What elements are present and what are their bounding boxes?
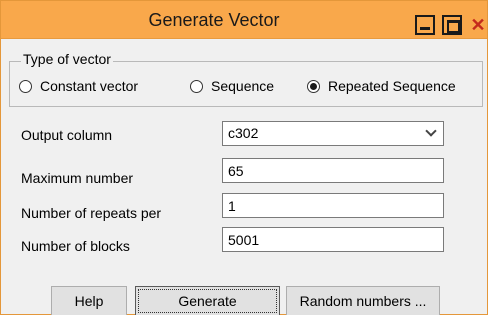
maximum-number-label: Maximum number [21, 170, 134, 186]
output-column-value: c302 [228, 125, 259, 141]
maximize-button[interactable] [442, 15, 462, 35]
output-column-select[interactable]: c302 [222, 121, 444, 146]
number-of-blocks-label: Number of blocks [21, 238, 130, 254]
repeats-per-field[interactable] [222, 193, 444, 218]
generate-vector-dialog: Generate Vector ✕ Type of vector Constan… [0, 0, 488, 315]
radio-sequence-indicator[interactable] [190, 79, 203, 93]
number-of-blocks-field[interactable] [222, 227, 444, 252]
title-bar[interactable]: Generate Vector ✕ [1, 1, 487, 39]
generate-button[interactable]: Generate [135, 286, 280, 315]
help-button[interactable]: Help [51, 286, 127, 315]
radio-constant-vector-label: Constant vector [40, 78, 139, 94]
random-numbers-button[interactable]: Random numbers ... [286, 286, 440, 315]
type-of-vector-legend: Type of vector [21, 51, 113, 67]
output-column-label: Output column [21, 127, 113, 143]
chevron-down-icon[interactable] [425, 125, 437, 137]
window-title: Generate Vector [148, 10, 280, 30]
radio-sequence[interactable]: Sequence [190, 78, 274, 94]
focus-outline [138, 289, 277, 313]
radio-constant-vector[interactable]: Constant vector [19, 78, 138, 94]
radio-constant-vector-indicator[interactable] [19, 79, 32, 93]
repeats-per-label: Number of repeats per [21, 205, 162, 221]
maximum-number-field[interactable] [222, 158, 444, 183]
minimize-button[interactable] [415, 15, 435, 35]
radio-sequence-label: Sequence [211, 78, 275, 94]
close-button[interactable]: ✕ [467, 15, 488, 35]
radio-repeated-sequence-indicator[interactable] [307, 79, 320, 93]
radio-repeated-sequence-label: Repeated Sequence [328, 78, 456, 94]
radio-repeated-sequence[interactable]: Repeated Sequence [307, 78, 456, 94]
